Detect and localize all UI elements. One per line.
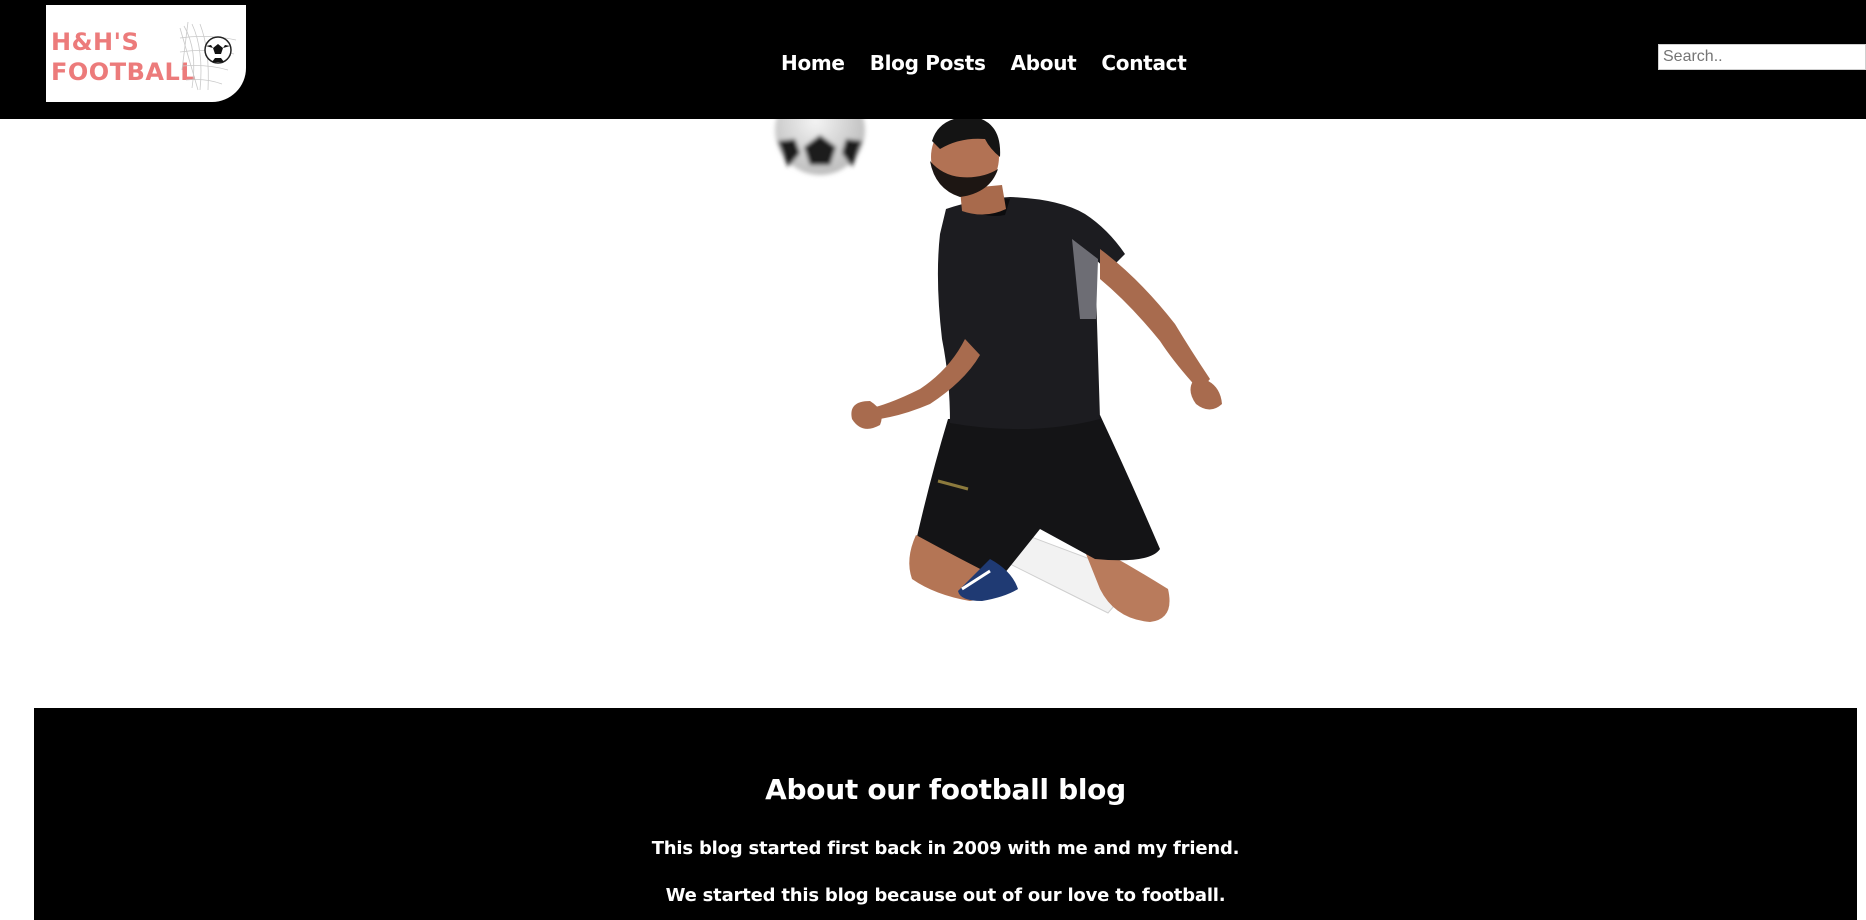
nav-about-link[interactable]: About bbox=[1011, 48, 1077, 78]
nav-blog-posts-link[interactable]: Blog Posts bbox=[870, 48, 986, 78]
soccer-ball bbox=[775, 119, 865, 175]
logo-text: H&H'S FOOTBALL bbox=[51, 27, 196, 87]
football-player-image bbox=[775, 119, 1222, 622]
about-title: About our football blog bbox=[765, 773, 1126, 806]
nav-home-link[interactable]: Home bbox=[781, 48, 845, 78]
player bbox=[851, 119, 1222, 622]
search-input[interactable] bbox=[1658, 44, 1866, 70]
site-logo[interactable]: H&H'S FOOTBALL bbox=[46, 5, 246, 102]
about-paragraph: This blog started first back in 2009 wit… bbox=[651, 838, 1240, 859]
site-header: H&H'S FOOTBALL Home Blog Posts About Con… bbox=[0, 0, 1866, 119]
hero-section bbox=[0, 119, 1866, 708]
nav-contact-link[interactable]: Contact bbox=[1101, 48, 1186, 78]
about-section: About our football blog This blog starte… bbox=[34, 708, 1857, 920]
logo-line-2: FOOTBALL bbox=[51, 58, 197, 86]
soccer-ball-net-icon bbox=[179, 21, 237, 91]
main-nav: Home Blog Posts About Contact bbox=[781, 48, 1187, 78]
logo-line-1: H&H'S bbox=[51, 28, 140, 56]
about-paragraph: We started this blog because out of our … bbox=[665, 885, 1226, 906]
